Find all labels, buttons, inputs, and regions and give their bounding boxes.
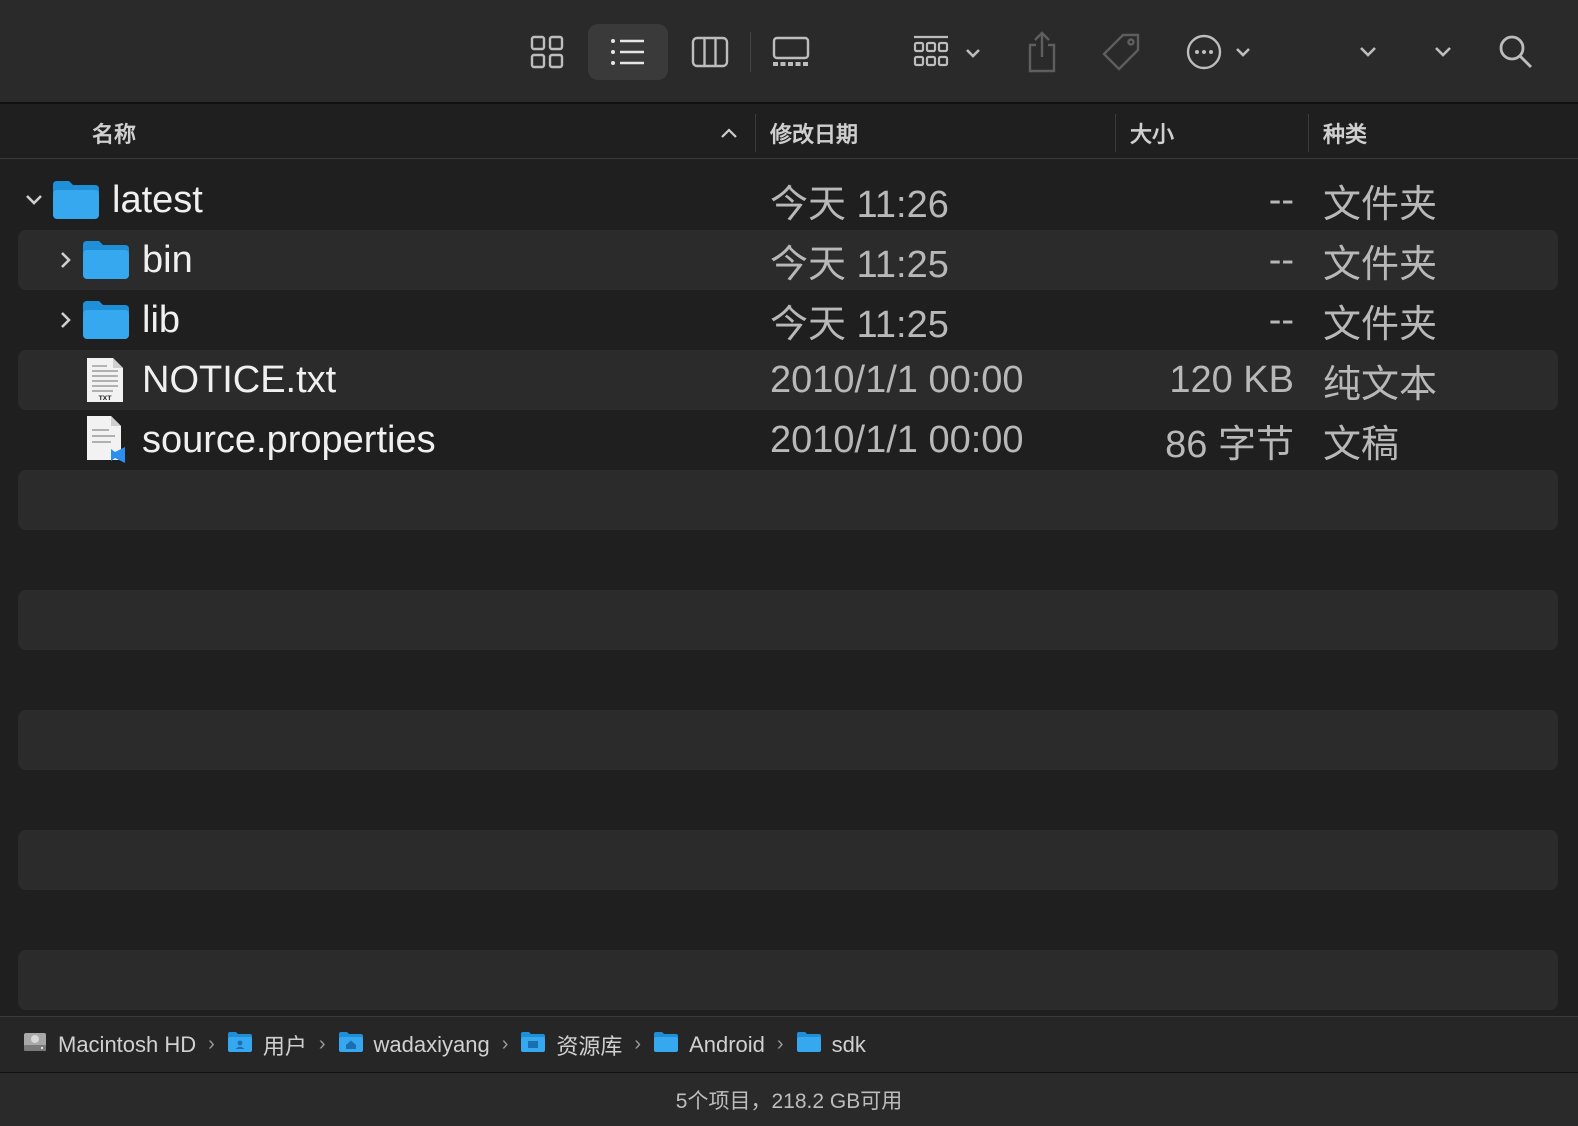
path-crumb[interactable]: sdk xyxy=(796,1031,866,1059)
path-bar: Macintosh HD › 用户 › wadaxiyang › 资源库 › A… xyxy=(0,1016,1578,1072)
chevron-right-icon[interactable] xyxy=(54,290,78,350)
empty-row xyxy=(18,710,1558,770)
empty-row xyxy=(18,590,1558,650)
document-file-icon xyxy=(85,410,129,470)
column-divider[interactable] xyxy=(1308,114,1309,152)
folder-icon xyxy=(51,170,101,230)
column-name-header[interactable]: 名称 xyxy=(92,106,136,159)
column-date-header[interactable]: 修改日期 xyxy=(770,106,858,159)
file-name: lib xyxy=(142,298,181,341)
column-divider[interactable] xyxy=(755,114,756,152)
icon-view-grid-icon[interactable] xyxy=(527,24,567,80)
path-label: 资源库 xyxy=(556,1033,623,1059)
folder-icon xyxy=(81,290,131,350)
chevron-right-icon: › xyxy=(318,1033,326,1055)
path-label: sdk xyxy=(831,1031,866,1057)
gallery-view-icon[interactable] xyxy=(770,24,812,80)
chevron-right-icon: › xyxy=(776,1033,784,1055)
users-folder-icon xyxy=(227,1031,253,1059)
path-crumb[interactable]: Android xyxy=(653,1031,765,1059)
file-kind: 文件夹 xyxy=(1323,303,1438,346)
column-size-header[interactable]: 大小 xyxy=(1130,106,1174,159)
file-name: source.properties xyxy=(142,418,436,461)
chevron-down-icon[interactable] xyxy=(1356,24,1380,80)
file-size: -- xyxy=(1268,238,1294,281)
empty-row xyxy=(18,470,1558,530)
path-crumb[interactable]: 资源库 xyxy=(520,1029,622,1061)
toolbar-separator xyxy=(750,32,751,72)
path-label: Macintosh HD xyxy=(58,1031,197,1057)
chevron-right-icon: › xyxy=(634,1033,642,1055)
file-kind: 文稿 xyxy=(1323,423,1400,466)
table-row[interactable]: latest 今天 11:26 -- 文件夹 xyxy=(18,170,1558,230)
file-kind: 纯文本 xyxy=(1323,363,1438,406)
search-icon[interactable] xyxy=(1496,24,1536,80)
text-file-icon: TXT xyxy=(85,350,125,410)
column-header: 名称 修改日期 大小 种类 xyxy=(0,106,1578,159)
table-row[interactable]: bin 今天 11:25 -- 文件夹 xyxy=(18,230,1558,290)
file-date: 2010/1/1 00:00 xyxy=(770,358,1024,401)
column-kind-header[interactable]: 种类 xyxy=(1323,106,1367,159)
file-name: bin xyxy=(142,238,193,281)
table-row[interactable]: source.properties 2010/1/1 00:00 86 字节 文… xyxy=(18,410,1558,470)
home-folder-icon xyxy=(338,1031,364,1059)
folder-icon xyxy=(81,230,131,290)
path-label: wadaxiyang xyxy=(373,1031,490,1057)
file-size: 120 KB xyxy=(1169,358,1294,401)
file-date: 今天 11:26 xyxy=(770,183,949,226)
more-icon[interactable] xyxy=(1186,24,1258,80)
sort-ascending-icon[interactable] xyxy=(720,106,738,159)
file-name: latest xyxy=(112,178,203,221)
empty-row xyxy=(18,830,1558,890)
file-size: -- xyxy=(1268,298,1294,341)
chevron-right-icon[interactable] xyxy=(54,230,78,290)
library-folder-icon xyxy=(520,1031,546,1059)
column-divider[interactable] xyxy=(1115,114,1116,152)
path-crumb[interactable]: 用户 xyxy=(227,1029,307,1061)
status-bar: 5个项目，218.2 GB可用 xyxy=(0,1072,1578,1126)
share-icon[interactable] xyxy=(1024,24,1060,80)
chevron-down-icon[interactable] xyxy=(22,170,46,230)
toolbar xyxy=(0,0,1578,104)
file-size: -- xyxy=(1268,178,1294,221)
folder-icon xyxy=(653,1031,679,1059)
chevron-right-icon: › xyxy=(208,1033,215,1055)
column-view-icon[interactable] xyxy=(690,24,730,80)
tag-icon[interactable] xyxy=(1100,24,1142,80)
path-crumb[interactable]: wadaxiyang xyxy=(338,1031,490,1059)
chevron-down-icon[interactable] xyxy=(1431,24,1455,80)
file-kind: 文件夹 xyxy=(1323,243,1438,286)
file-date: 今天 11:25 xyxy=(770,303,949,346)
status-text: 5个项目，218.2 GB可用 xyxy=(675,1089,903,1113)
file-name: NOTICE.txt xyxy=(142,358,337,401)
group-icon[interactable] xyxy=(912,24,986,80)
folder-icon xyxy=(796,1031,822,1059)
empty-row xyxy=(18,950,1558,1010)
svg-text:TXT: TXT xyxy=(99,395,113,402)
path-crumb[interactable]: Macintosh HD xyxy=(22,1030,196,1060)
file-date: 今天 11:25 xyxy=(770,243,949,286)
table-row[interactable]: TXT NOTICE.txt 2010/1/1 00:00 120 KB 纯文本 xyxy=(18,350,1558,410)
file-size: 86 字节 xyxy=(1165,423,1294,466)
path-label: 用户 xyxy=(262,1033,307,1059)
list-view-icon[interactable] xyxy=(588,24,668,80)
hard-drive-icon xyxy=(22,1030,48,1060)
table-row[interactable]: lib 今天 11:25 -- 文件夹 xyxy=(18,290,1558,350)
file-kind: 文件夹 xyxy=(1323,183,1438,226)
path-label: Android xyxy=(689,1031,765,1057)
chevron-right-icon: › xyxy=(501,1033,509,1055)
file-date: 2010/1/1 00:00 xyxy=(770,418,1024,461)
